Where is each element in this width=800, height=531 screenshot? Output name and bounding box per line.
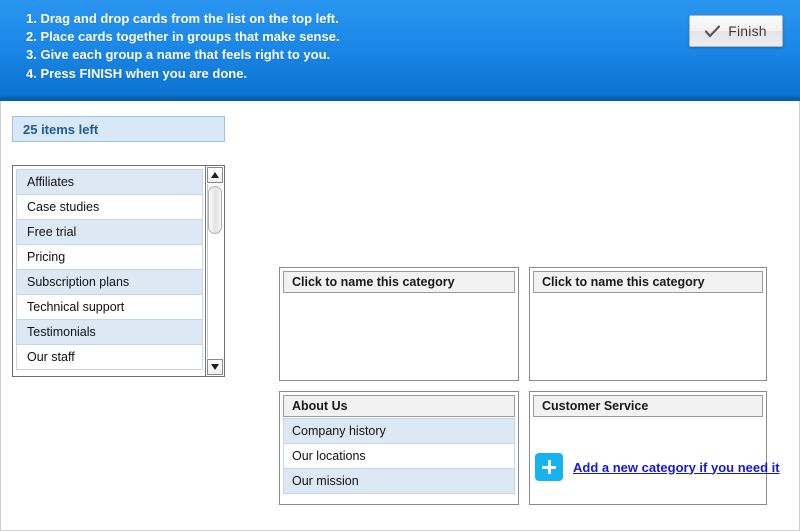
category-panel[interactable]: Click to name this category (529, 267, 767, 381)
scroll-down-button[interactable] (207, 359, 223, 375)
list-item[interactable]: Our staff (16, 344, 203, 370)
list-item[interactable]: Free trial (16, 219, 203, 245)
category-title[interactable]: Click to name this category (283, 271, 515, 293)
category-card[interactable]: Our mission (283, 468, 515, 494)
header-bar: 1. Drag and drop cards from the list on … (0, 0, 800, 101)
source-card-list[interactable]: Affiliates Case studies Free trial Prici… (12, 165, 225, 377)
category-card[interactable]: Our locations (283, 443, 515, 469)
instruction-step-3: 3. Give each group a name that feels rig… (26, 47, 331, 63)
list-item[interactable]: Testimonials (16, 319, 203, 345)
list-item[interactable]: Case studies (16, 194, 203, 220)
category-panel[interactable]: About Us Company history Our locations O… (279, 391, 519, 505)
list-item[interactable]: Subscription plans (16, 269, 203, 295)
check-icon (705, 24, 721, 37)
scroll-up-button[interactable] (207, 167, 223, 183)
main-content: 25 items left Affiliates Case studies Fr… (0, 101, 800, 531)
finish-button[interactable]: Finish (689, 15, 783, 47)
category-dropzone[interactable] (283, 293, 515, 294)
category-card[interactable]: Company history (283, 418, 515, 444)
instruction-step-1: 1. Drag and drop cards from the list on … (26, 11, 339, 26)
scrollbar-thumb[interactable] (208, 186, 222, 234)
list-item[interactable]: Technical support (16, 294, 203, 320)
category-title[interactable]: About Us (283, 395, 515, 417)
plus-icon[interactable] (535, 453, 563, 481)
category-panel[interactable]: Customer Service (529, 391, 767, 505)
finish-button-label: Finish (728, 23, 767, 39)
triangle-up-icon (211, 172, 219, 178)
category-panel[interactable]: Click to name this category (279, 267, 519, 381)
triangle-down-icon (211, 364, 219, 370)
items-left-label: 25 items left (23, 121, 99, 137)
items-left-badge: 25 items left (12, 116, 225, 142)
instruction-step-2: 2. Place cards together in groups that m… (26, 29, 340, 45)
category-title[interactable]: Customer Service (533, 395, 763, 417)
add-category-link[interactable]: Add a new category if you need it (573, 460, 780, 475)
instructions-list: 1. Drag and drop cards from the list on … (26, 10, 340, 83)
category-title[interactable]: Click to name this category (533, 271, 763, 293)
add-category-row: Add a new category if you need it (535, 453, 780, 481)
list-item[interactable]: Pricing (16, 244, 203, 270)
list-scrollbar[interactable] (205, 166, 224, 376)
instruction-step-4: 4. Press FINISH when you are done. (26, 65, 248, 81)
source-card-list-items: Affiliates Case studies Free trial Prici… (13, 166, 205, 376)
list-item[interactable]: Affiliates (16, 169, 203, 195)
card-sort-app: 1. Drag and drop cards from the list on … (0, 0, 800, 531)
category-dropzone[interactable] (533, 417, 763, 418)
category-dropzone[interactable] (533, 293, 763, 294)
category-dropzone[interactable]: Company history Our locations Our missio… (283, 417, 515, 494)
